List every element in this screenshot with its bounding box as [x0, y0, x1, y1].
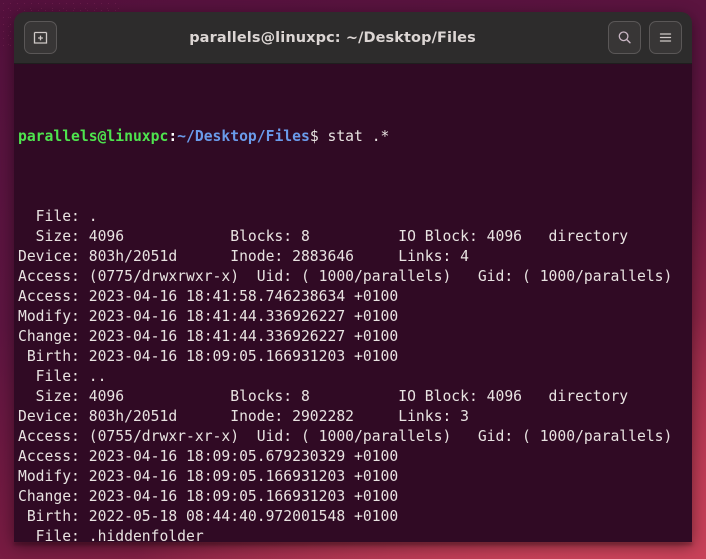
- output-line: File: .hiddenfolder: [18, 527, 692, 542]
- output-line: Size: 4096 Blocks: 8 IO Block: 4096 dire…: [18, 227, 692, 247]
- output-line: Size: 4096 Blocks: 8 IO Block: 4096 dire…: [18, 387, 692, 407]
- terminal-output: parallels@linuxpc:~/Desktop/Files$ stat …: [18, 67, 692, 542]
- output-line: Access: 2023-04-16 18:09:05.679230329 +0…: [18, 447, 692, 467]
- output-line: File: ..: [18, 367, 692, 387]
- hamburger-menu-icon: [657, 29, 674, 46]
- terminal-body[interactable]: parallels@linuxpc:~/Desktop/Files$ stat …: [14, 64, 692, 542]
- output-line: Change: 2023-04-16 18:41:44.336926227 +0…: [18, 327, 692, 347]
- output-line: Device: 803h/2051d Inode: 2883646 Links:…: [18, 247, 692, 267]
- title-bar-actions: [608, 21, 682, 54]
- output-line: Birth: 2022-05-18 08:44:40.972001548 +01…: [18, 507, 692, 527]
- new-tab-button[interactable]: [24, 21, 57, 54]
- output-line: Modify: 2023-04-16 18:41:44.336926227 +0…: [18, 307, 692, 327]
- output-line: Access: 2023-04-16 18:41:58.746238634 +0…: [18, 287, 692, 307]
- output-line: Birth: 2023-04-16 18:09:05.166931203 +01…: [18, 347, 692, 367]
- prompt-line: parallels@linuxpc:~/Desktop/Files$ stat …: [18, 127, 692, 147]
- output-line: Access: (0755/drwxr-xr-x) Uid: ( 1000/pa…: [18, 427, 692, 447]
- output-line: Access: (0775/drwxrwxr-x) Uid: ( 1000/pa…: [18, 267, 692, 287]
- prompt-separator: :: [168, 128, 177, 145]
- output-line: File: .: [18, 207, 692, 227]
- output-line: Change: 2023-04-16 18:09:05.166931203 +0…: [18, 487, 692, 507]
- menu-button[interactable]: [649, 21, 682, 54]
- prompt-command: $ stat .*: [310, 128, 390, 145]
- output-line: Modify: 2023-04-16 18:09:05.166931203 +0…: [18, 467, 692, 487]
- new-tab-icon: [32, 29, 49, 46]
- search-button[interactable]: [608, 21, 641, 54]
- terminal-window: parallels@linuxpc: ~/Desktop/Files paral…: [14, 12, 692, 542]
- stat-output-lines: File: . Size: 4096 Blocks: 8 IO Block: 4…: [18, 207, 692, 542]
- window-bottom-edge: [14, 542, 692, 545]
- output-line: Device: 803h/2051d Inode: 2902282 Links:…: [18, 407, 692, 427]
- prompt-path: ~/Desktop/Files: [177, 128, 310, 145]
- search-icon: [616, 29, 633, 46]
- prompt-user-host: parallels@linuxpc: [18, 128, 168, 145]
- window-title: parallels@linuxpc: ~/Desktop/Files: [189, 30, 476, 46]
- title-bar[interactable]: parallels@linuxpc: ~/Desktop/Files: [14, 12, 692, 64]
